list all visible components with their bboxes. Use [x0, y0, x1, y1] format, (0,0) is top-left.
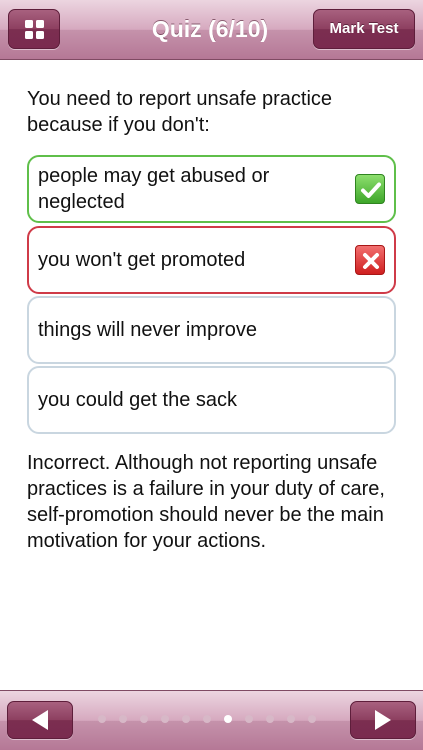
feedback-text: Incorrect. Although not reporting unsafe… [27, 452, 385, 552]
answer-option-3[interactable]: things will never improve [27, 296, 396, 364]
page-dot [140, 715, 148, 723]
top-nav-bar: Quiz (6/10) Mark Test [0, 0, 423, 60]
page-dot [182, 715, 190, 723]
answer-option-4[interactable]: you could get the sack [27, 366, 396, 434]
answer-label: you won't get promoted [38, 249, 246, 271]
grid-icon [25, 20, 45, 40]
page-dot [308, 715, 316, 723]
cross-icon [355, 245, 385, 275]
answer-label: people may get abused or neglected [38, 165, 270, 213]
bottom-toolbar [0, 690, 423, 750]
previous-button[interactable] [7, 701, 73, 739]
page-dot [266, 715, 274, 723]
page-title: Quiz (6/10) [151, 16, 269, 42]
page-dot [98, 715, 106, 723]
page-indicator [98, 715, 328, 725]
answer-option-1[interactable]: people may get abused or neglected [27, 155, 396, 223]
quiz-screen: Quiz (6/10) Mark Test You need to report… [0, 0, 423, 750]
answer-label: things will never improve [38, 319, 257, 341]
page-dot [161, 715, 169, 723]
page-dot-active [224, 715, 232, 723]
check-icon [355, 174, 385, 204]
arrow-right-icon [375, 710, 391, 730]
answer-option-2[interactable]: you won't get promoted [27, 226, 396, 294]
arrow-left-icon [32, 710, 48, 730]
answer-label: you could get the sack [38, 389, 238, 411]
page-dot [119, 715, 127, 723]
page-dot [203, 715, 211, 723]
question-text: You need to report unsafe practice becau… [27, 88, 333, 136]
page-dot [287, 715, 295, 723]
page-dot [245, 715, 253, 723]
menu-button[interactable] [8, 9, 60, 49]
mark-test-button[interactable]: Mark Test [313, 9, 415, 49]
next-button[interactable] [350, 701, 416, 739]
